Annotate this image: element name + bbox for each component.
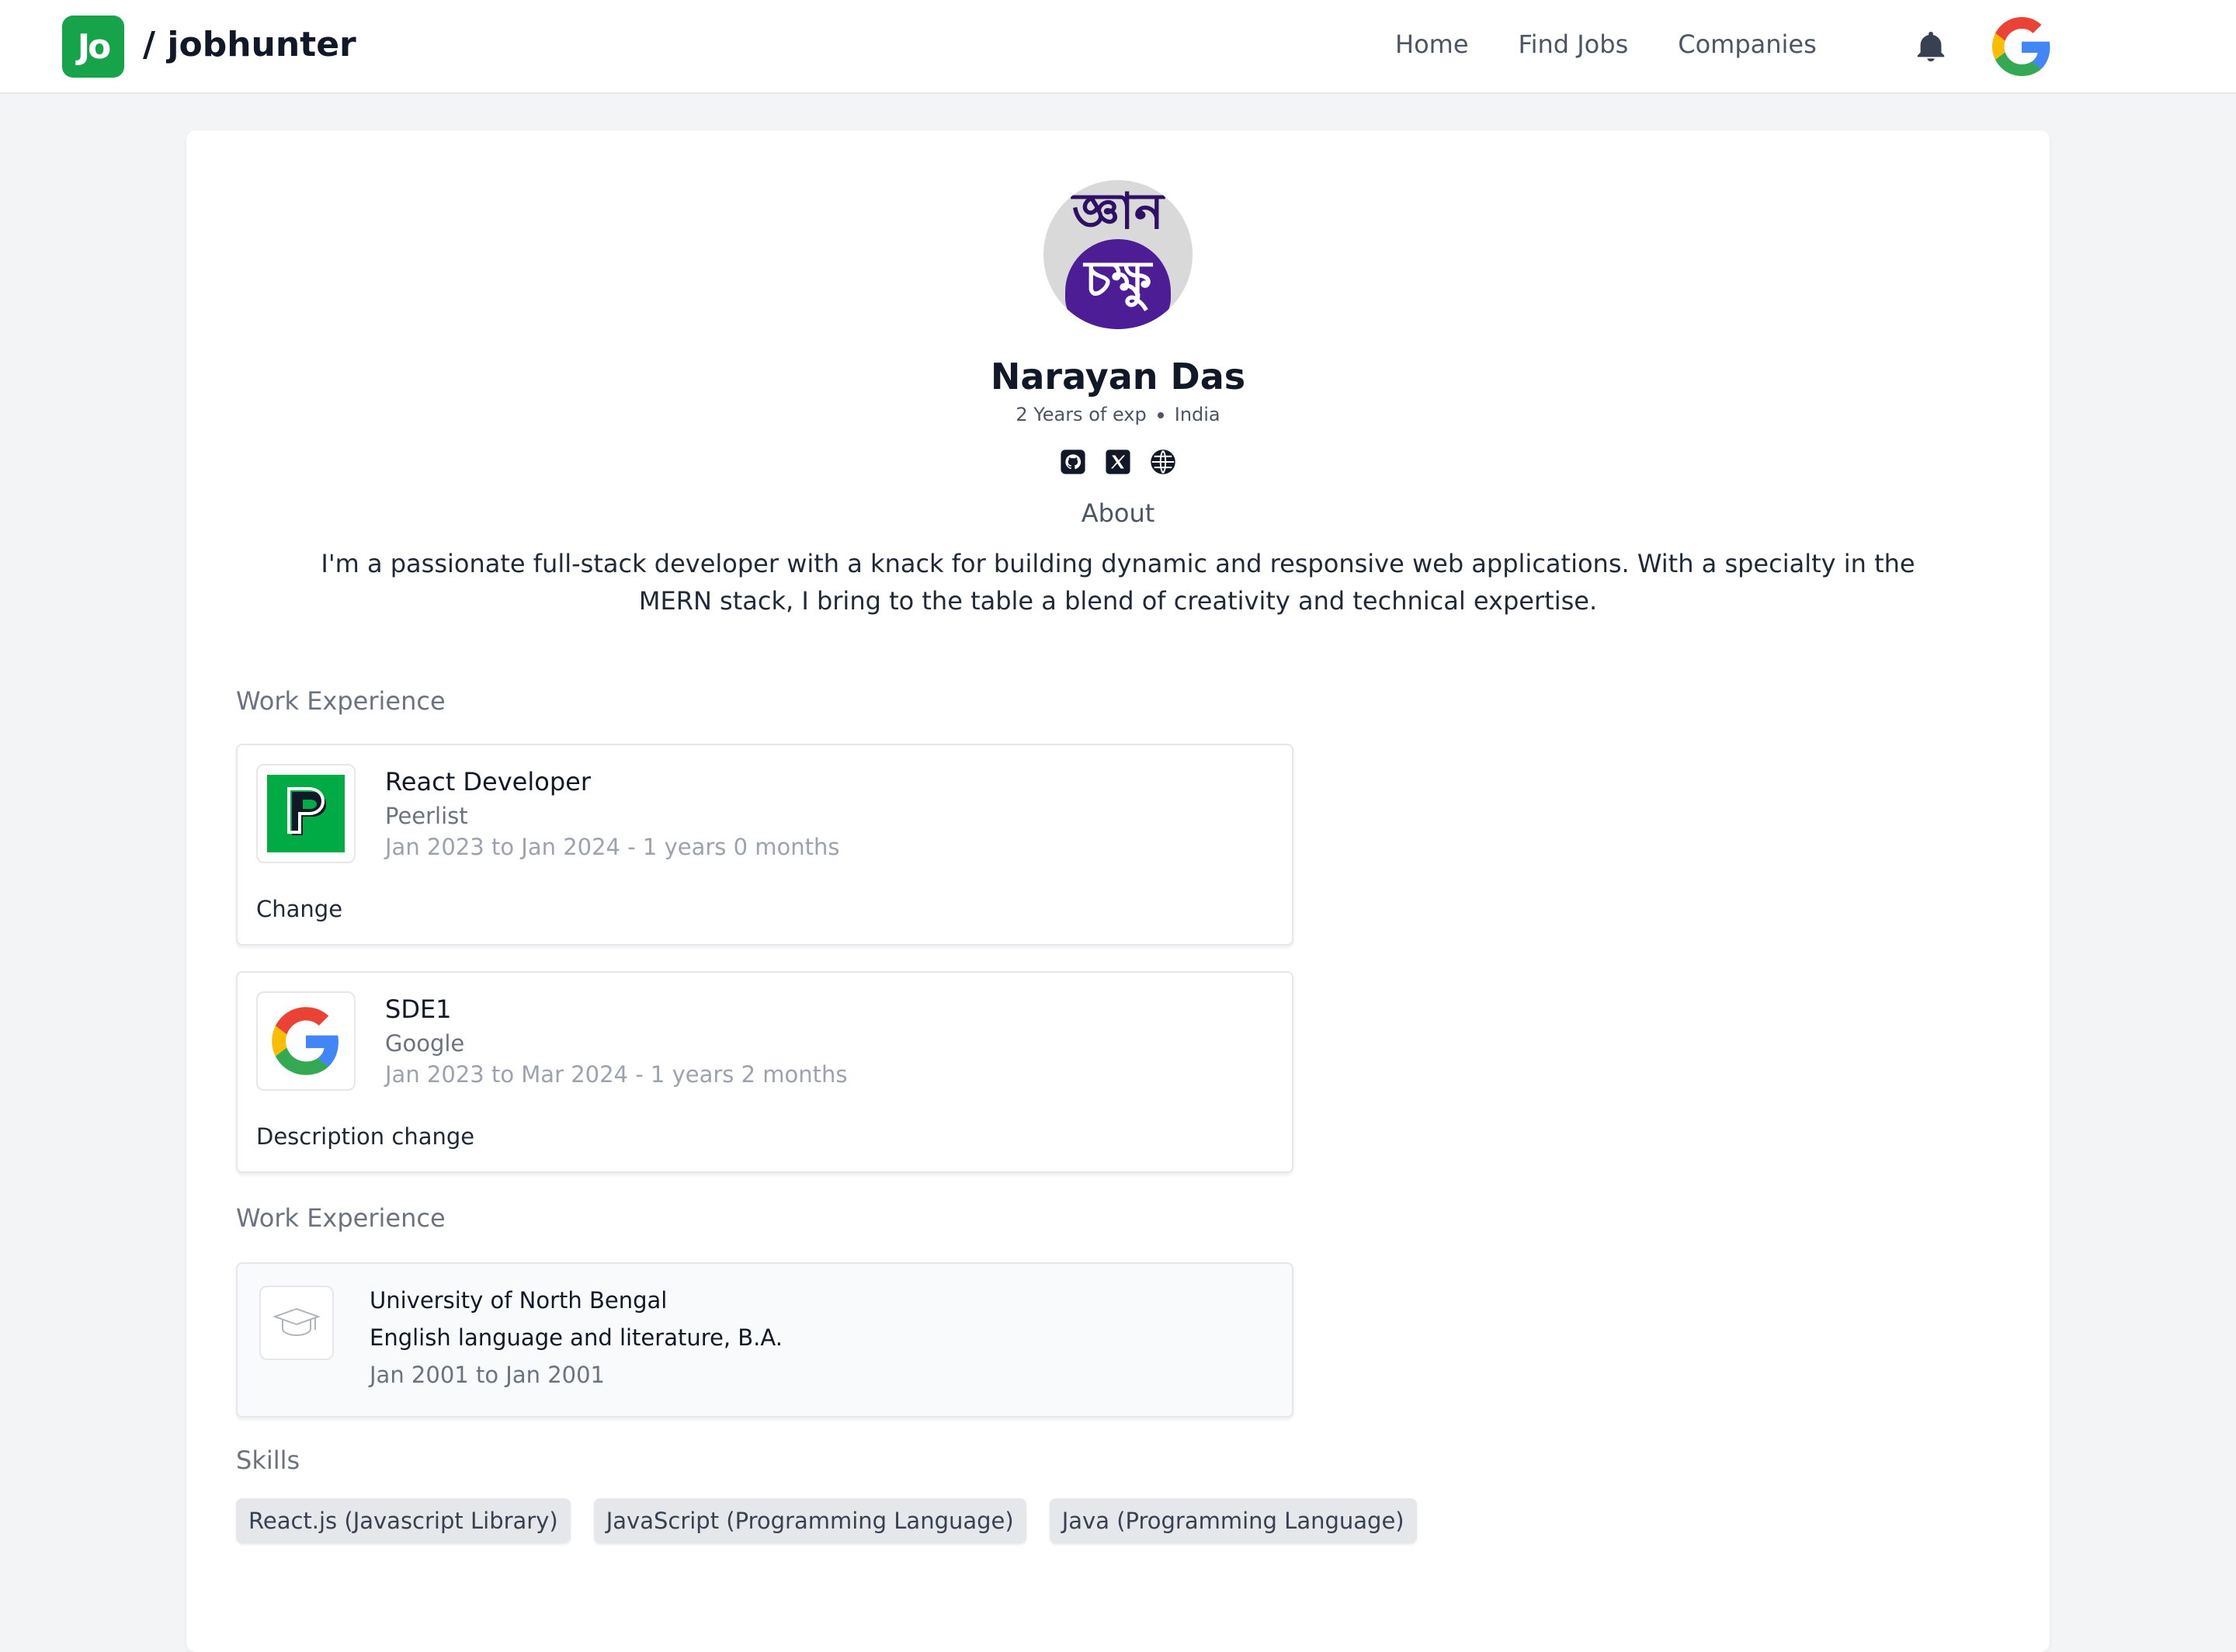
brand[interactable]: Jo / jobhunter xyxy=(62,16,356,78)
profile-card: জ্ঞান চক্ষু Narayan Das 2 Years of exp In… xyxy=(186,130,2050,1652)
main-nav: Home Find Jobs Companies xyxy=(1395,30,1817,59)
github-icon[interactable] xyxy=(1060,449,1086,475)
job-role: React Developer xyxy=(385,767,591,796)
about-text: I'm a passionate full-stack developer wi… xyxy=(321,549,1915,616)
google-logo xyxy=(256,991,356,1091)
peerlist-logo xyxy=(256,764,356,863)
skill-chip[interactable]: JavaScript (Programming Language) xyxy=(593,1498,1026,1543)
graduation-cap-icon xyxy=(259,1286,334,1360)
profile-name: Narayan Das xyxy=(990,356,1246,397)
work-experience-heading: Work Experience xyxy=(236,686,446,716)
avatar-text-top: জ্ঞান xyxy=(1071,183,1164,241)
about-heading: About xyxy=(1081,498,1155,528)
job-dates: Jan 2023 to Jan 2024 - 1 years 0 months xyxy=(385,834,840,860)
peerlist-logo-graphic xyxy=(267,775,345,852)
globe-icon[interactable] xyxy=(1150,449,1176,475)
nav-home[interactable]: Home xyxy=(1395,30,1469,59)
education-degree: English language and literature, B.A. xyxy=(370,1324,783,1351)
profile-location: India xyxy=(1174,404,1220,425)
job-company: Peerlist xyxy=(385,803,468,829)
education-heading: Work Experience xyxy=(236,1203,446,1233)
job-dates: Jan 2023 to Mar 2024 - 1 years 2 months xyxy=(385,1061,848,1088)
profile-experience: 2 Years of exp xyxy=(1016,404,1147,425)
google-logo-graphic xyxy=(272,1007,339,1075)
job-description: Change xyxy=(256,896,343,922)
skills-list: React.js (Javascript Library) JavaScript… xyxy=(236,1498,1417,1543)
experience-card: SDE1 Google Jan 2023 to Mar 2024 - 1 yea… xyxy=(236,971,1293,1173)
bell-icon[interactable] xyxy=(1913,28,1949,65)
profile-avatar: জ্ঞান চক্ষু xyxy=(1043,180,1193,329)
brand-name[interactable]: / jobhunter xyxy=(143,25,356,64)
nav-find-jobs[interactable]: Find Jobs xyxy=(1519,30,1629,59)
skill-chip[interactable]: Java (Programming Language) xyxy=(1049,1498,1417,1543)
skill-chip[interactable]: React.js (Javascript Library) xyxy=(236,1498,571,1543)
user-avatar[interactable] xyxy=(1992,17,2051,76)
avatar-text-bottom: চক্ষু xyxy=(1084,251,1152,308)
nav-companies[interactable]: Companies xyxy=(1678,30,1817,59)
social-links xyxy=(1060,449,1176,475)
skills-heading: Skills xyxy=(236,1446,300,1475)
education-dates: Jan 2001 to Jan 2001 xyxy=(370,1362,605,1388)
education-card: University of North Bengal English langu… xyxy=(236,1262,1293,1418)
experience-card: React Developer Peerlist Jan 2023 to Jan… xyxy=(236,744,1293,946)
x-icon[interactable] xyxy=(1105,449,1131,475)
profile-meta: 2 Years of exp India xyxy=(186,404,2050,425)
job-description: Description change xyxy=(256,1123,475,1150)
education-school: University of North Bengal xyxy=(370,1287,668,1314)
job-company: Google xyxy=(385,1030,465,1057)
brand-logo[interactable]: Jo xyxy=(62,16,124,78)
separator-dot xyxy=(1157,412,1164,418)
top-navbar: Jo / jobhunter Home Find Jobs Companies xyxy=(0,0,2236,94)
job-role: SDE1 xyxy=(385,994,452,1024)
